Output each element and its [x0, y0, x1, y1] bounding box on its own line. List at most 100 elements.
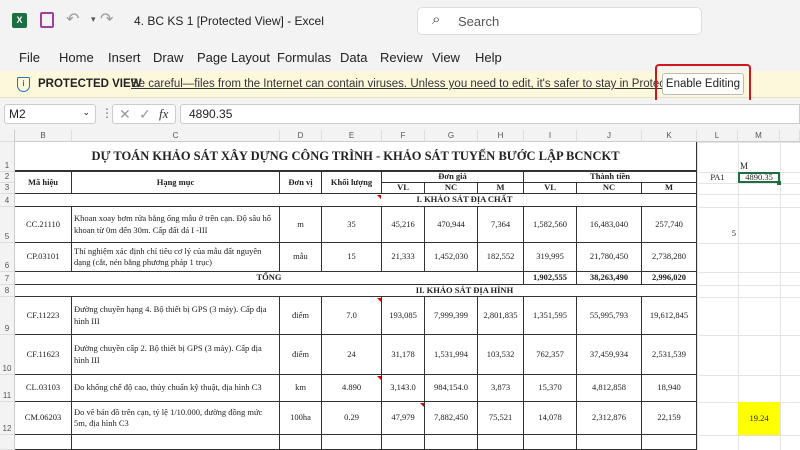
menu-view[interactable]: View: [432, 50, 460, 65]
column-header-C[interactable]: C: [72, 130, 280, 142]
cell-M2-selected[interactable]: 4890.35: [738, 172, 780, 183]
item-value[interactable]: mẫu: [280, 243, 322, 272]
item-value[interactable]: 193,085: [382, 297, 425, 335]
item-code[interactable]: CC.21110: [15, 207, 72, 243]
menu-draw[interactable]: Draw: [153, 50, 183, 65]
cell[interactable]: [382, 435, 425, 450]
item-value[interactable]: 2,531,539: [642, 335, 697, 375]
item-value[interactable]: 15,370: [524, 375, 577, 402]
row-header-13[interactable]: [0, 435, 15, 450]
item-value[interactable]: 1,531,994: [425, 335, 478, 375]
item-description[interactable]: Thí nghiệm xác định chỉ tiêu cơ lý của m…: [72, 243, 280, 272]
total-label[interactable]: TỔNG: [15, 272, 524, 285]
select-all-corner[interactable]: [0, 130, 15, 142]
item-value[interactable]: 16,483,040: [577, 207, 642, 243]
item-code[interactable]: CM.06203: [15, 402, 72, 435]
item-value[interactable]: 7,882,450: [425, 402, 478, 435]
header-nc[interactable]: NC: [577, 183, 642, 194]
cell[interactable]: [15, 435, 72, 450]
column-header-L[interactable]: L: [697, 130, 738, 142]
header-unit-price[interactable]: Đơn giá: [382, 172, 524, 183]
undo-icon[interactable]: ↶: [66, 9, 79, 29]
menu-home[interactable]: Home: [59, 50, 94, 65]
item-value[interactable]: 47,979: [382, 402, 425, 435]
column-header-H[interactable]: H: [478, 130, 524, 142]
search-box[interactable]: ⌕ Search: [417, 7, 702, 35]
menu-page-layout[interactable]: Page Layout: [197, 50, 270, 65]
item-value[interactable]: 55,995,793: [577, 297, 642, 335]
item-value[interactable]: 7,999,399: [425, 297, 478, 335]
menu-formulas[interactable]: Formulas: [277, 50, 331, 65]
column-header-F[interactable]: F: [382, 130, 425, 142]
cancel-icon[interactable]: ✕: [119, 106, 131, 123]
header-unit[interactable]: Đơn vị: [280, 172, 322, 194]
comment-indicator-icon[interactable]: [420, 403, 424, 407]
item-value[interactable]: 75,521: [478, 402, 524, 435]
item-value[interactable]: điểm: [280, 297, 322, 335]
item-code[interactable]: CF.11623: [15, 335, 72, 375]
item-description[interactable]: Đường chuyền hạng 4. Bộ thiết bị GPS (3 …: [72, 297, 280, 335]
row-header-5[interactable]: 5: [0, 207, 15, 243]
item-value[interactable]: 2,801,835: [478, 297, 524, 335]
comment-indicator-icon[interactable]: [377, 195, 381, 199]
item-value[interactable]: 4,812,858: [577, 375, 642, 402]
protected-view-message[interactable]: Be careful—files from the Internet can c…: [131, 78, 711, 90]
spreadsheet-grid[interactable]: B C D E F G H I J K L M 1 2 3 4 5 6 7 8 9 10 11 12 DỰ TOÁN KHẢO …: [0, 130, 800, 450]
cell[interactable]: [524, 435, 577, 450]
item-value[interactable]: 762,357: [524, 335, 577, 375]
sheet-title[interactable]: DỰ TOÁN KHẢO SÁT XÂY DỰNG CÔNG TRÌNH - K…: [15, 142, 697, 172]
item-value[interactable]: 2,312,876: [577, 402, 642, 435]
header-qty[interactable]: Khối lượng: [322, 172, 382, 194]
item-value[interactable]: 319,995: [524, 243, 577, 272]
comment-indicator-icon[interactable]: [377, 376, 381, 380]
column-header-B[interactable]: B: [15, 130, 72, 142]
item-value[interactable]: 1,452,030: [425, 243, 478, 272]
total-value[interactable]: 38,263,490: [577, 272, 642, 285]
column-header-G[interactable]: G: [425, 130, 478, 142]
header-m[interactable]: M: [478, 183, 524, 194]
name-box[interactable]: M2 ⌄: [4, 104, 96, 124]
cell-L5[interactable]: 5: [697, 207, 738, 243]
cell-L2[interactable]: PA1: [697, 172, 738, 183]
redo-icon[interactable]: ↷: [100, 9, 113, 29]
item-value[interactable]: 182,552: [478, 243, 524, 272]
item-value[interactable]: 1,351,595: [524, 297, 577, 335]
header-code[interactable]: Mã hiệu: [15, 172, 72, 194]
item-value[interactable]: 257,740: [642, 207, 697, 243]
header-amount[interactable]: Thành tiền: [524, 172, 697, 183]
item-description[interactable]: Khoan xoay bơm rửa bằng ống mẫu ở trên c…: [72, 207, 280, 243]
item-value[interactable]: 470,944: [425, 207, 478, 243]
save-icon[interactable]: [40, 12, 54, 28]
item-value[interactable]: 3,143.0: [382, 375, 425, 402]
item-value[interactable]: 103,532: [478, 335, 524, 375]
item-description[interactable]: Đường chuyền cấp 2. Bộ thiết bị GPS (3 m…: [72, 335, 280, 375]
column-header-D[interactable]: D: [280, 130, 322, 142]
item-code[interactable]: CF.11223: [15, 297, 72, 335]
formula-input[interactable]: 4890.35: [180, 104, 800, 124]
menu-data[interactable]: Data: [340, 50, 367, 65]
item-description[interactable]: Đo khống chế độ cao, thủy chuẩn kỹ thuật…: [72, 375, 280, 402]
cell[interactable]: [478, 435, 524, 450]
cell[interactable]: [72, 435, 280, 450]
item-value[interactable]: 100ha: [280, 402, 322, 435]
item-value[interactable]: 4.890: [322, 375, 382, 402]
row-header-12[interactable]: 12: [0, 402, 15, 435]
column-header-I[interactable]: I: [524, 130, 577, 142]
item-value[interactable]: 14,078: [524, 402, 577, 435]
fill-handle[interactable]: [777, 181, 781, 185]
cell[interactable]: [577, 435, 642, 450]
item-value[interactable]: 984,154.0: [425, 375, 478, 402]
column-header-N[interactable]: [780, 130, 800, 142]
item-value[interactable]: điểm: [280, 335, 322, 375]
row-header-1[interactable]: 1: [0, 142, 15, 172]
total-value[interactable]: 1,902,555: [524, 272, 577, 285]
row-header-9[interactable]: 9: [0, 297, 15, 335]
cell-M12[interactable]: 19.24: [738, 402, 780, 435]
item-code[interactable]: CL.03103: [15, 375, 72, 402]
header-vl[interactable]: VL: [382, 183, 425, 194]
item-value[interactable]: 22,159: [642, 402, 697, 435]
item-value[interactable]: 21,333: [382, 243, 425, 272]
customize-toolbar-icon[interactable]: ▾: [91, 14, 96, 25]
insert-function-icon[interactable]: fx: [159, 106, 168, 122]
item-value[interactable]: 37,459,934: [577, 335, 642, 375]
